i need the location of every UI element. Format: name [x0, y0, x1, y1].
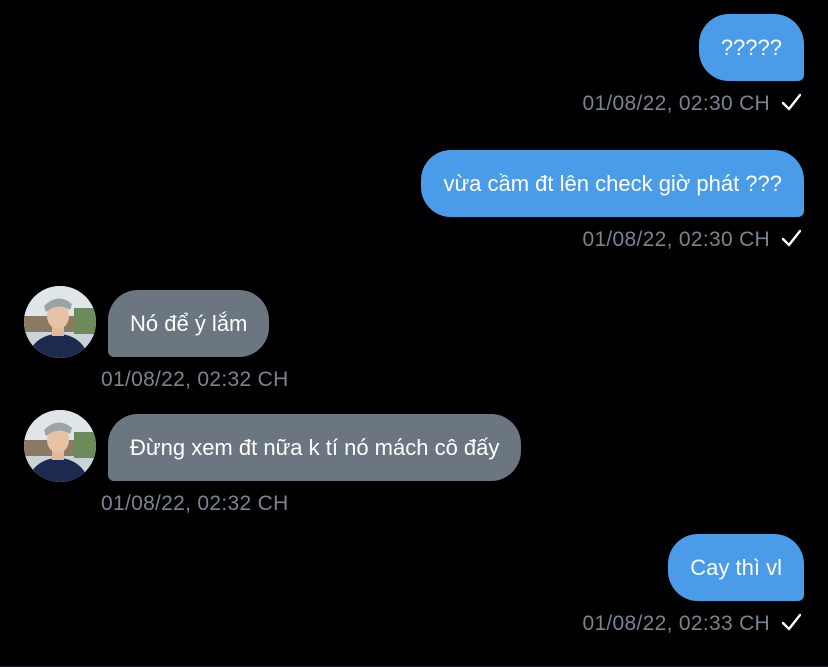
incoming-message-bubble[interactable]: Nó để ý lắm — [108, 290, 270, 357]
message-timestamp-row: 01/08/22, 02:33 CH — [582, 609, 802, 639]
outgoing-message-bubble[interactable]: Cay thì vl — [668, 534, 804, 601]
checkmark-icon — [781, 229, 802, 247]
avatar-photo — [24, 410, 96, 482]
outgoing-message-bubble[interactable]: ????? — [698, 14, 804, 81]
checkmark-icon — [781, 93, 802, 111]
message-timestamp: 01/08/22, 02:32 CH — [101, 492, 289, 515]
contact-avatar[interactable] — [24, 286, 96, 358]
chat-thread: ????? 01/08/22, 02:30 CH vừa cầm đt lên … — [0, 0, 828, 667]
message-timestamp-row: 01/08/22, 02:30 CH — [582, 89, 802, 119]
outgoing-message-bubble[interactable]: vừa cầm đt lên check giờ phát ??? — [421, 150, 804, 217]
message-timestamp: 01/08/22, 02:33 CH — [582, 612, 770, 635]
message-timestamp-row: 01/08/22, 02:30 CH — [582, 225, 802, 255]
message-timestamp: 01/08/22, 02:32 CH — [101, 368, 289, 391]
message-timestamp: 01/08/22, 02:30 CH — [582, 228, 770, 251]
checkmark-icon — [781, 613, 802, 631]
avatar-photo — [24, 286, 96, 358]
contact-avatar[interactable] — [24, 410, 96, 482]
message-timestamp: 01/08/22, 02:30 CH — [582, 92, 770, 115]
incoming-message-bubble[interactable]: Đừng xem đt nữa k tí nó mách cô đấy — [108, 414, 522, 481]
